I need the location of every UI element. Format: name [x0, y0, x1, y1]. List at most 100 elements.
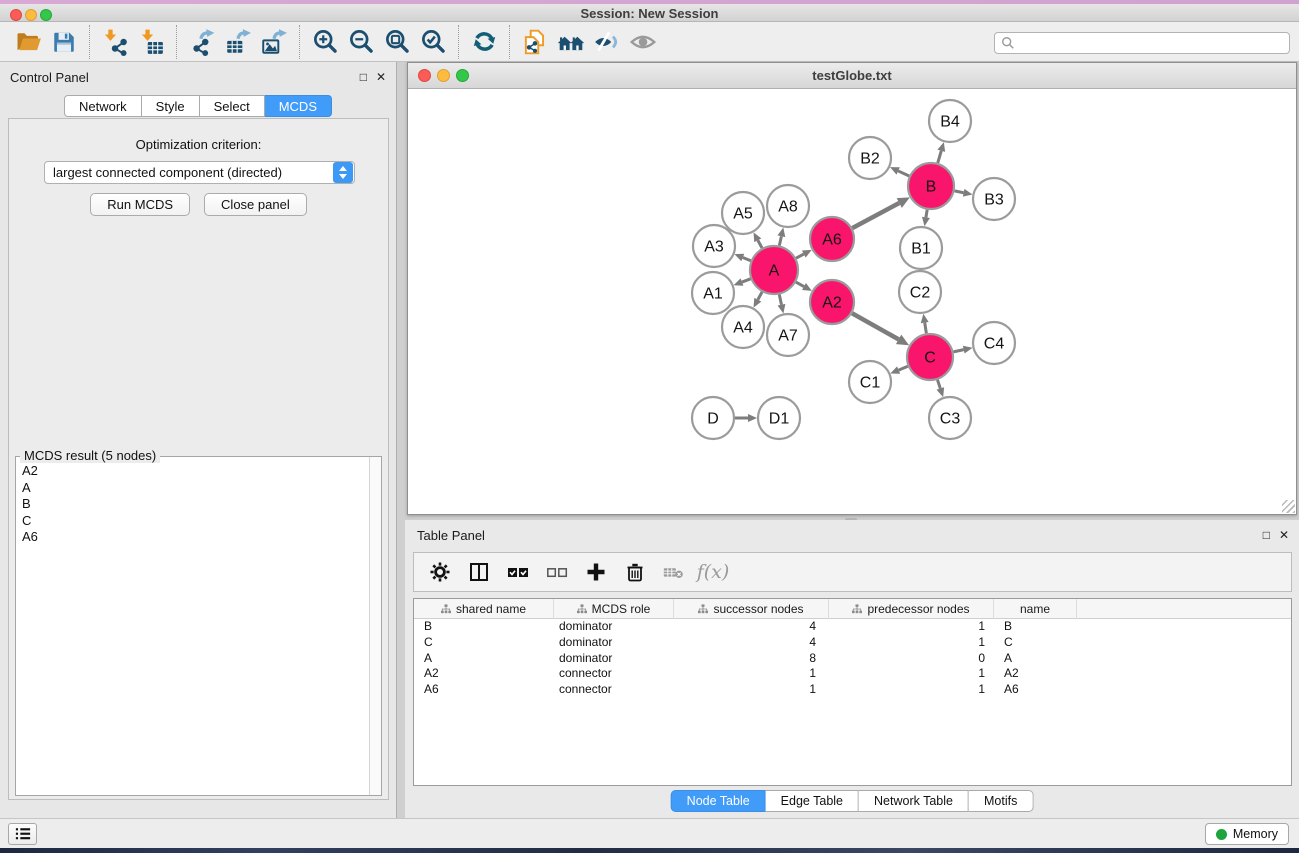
result-item[interactable]: C — [22, 513, 369, 530]
table-row[interactable]: Cdominator41C — [414, 635, 1291, 651]
tab-select[interactable]: Select — [200, 95, 265, 117]
result-item[interactable]: A6 — [22, 529, 369, 546]
import-network-button[interactable] — [97, 25, 133, 59]
float-panel-icon[interactable]: □ — [360, 70, 367, 84]
run-mcds-button[interactable]: Run MCDS — [90, 193, 190, 216]
zoom-selected-button[interactable] — [415, 25, 451, 59]
function-builder-button[interactable]: f(x) — [701, 560, 725, 584]
cell[interactable] — [1077, 635, 1291, 651]
close-table-panel-icon[interactable]: ✕ — [1279, 528, 1289, 542]
cell[interactable]: A2 — [414, 666, 554, 682]
edge-A-A8[interactable] — [779, 236, 781, 245]
cell[interactable] — [1077, 666, 1291, 682]
tab-style[interactable]: Style — [142, 95, 200, 117]
edge-C-C2[interactable] — [925, 323, 927, 334]
cell[interactable]: A — [994, 651, 1077, 667]
edge-B-B3[interactable] — [955, 191, 964, 193]
cell[interactable]: connector — [554, 682, 674, 698]
table-row[interactable]: A6connector11A6 — [414, 682, 1291, 698]
network-graph-canvas[interactable]: B4B2BB3A8A5A6A3B1AC2A1A2A4A7C4CC1C3DD1 — [408, 89, 1296, 514]
import-table-button[interactable] — [133, 25, 169, 59]
cell[interactable]: 1 — [829, 682, 994, 698]
cell[interactable]: 1 — [829, 666, 994, 682]
column-header-predecessor-nodes[interactable]: predecessor nodes — [829, 599, 994, 619]
memory-button[interactable]: Memory — [1205, 823, 1289, 845]
cell[interactable]: 1 — [674, 666, 829, 682]
cell[interactable]: 0 — [829, 651, 994, 667]
save-session-button[interactable] — [46, 25, 82, 59]
cell[interactable]: connector — [554, 666, 674, 682]
column-header-mcds-role[interactable]: MCDS role — [554, 599, 674, 619]
edge-A2-C[interactable] — [852, 313, 899, 339]
cell[interactable]: 8 — [674, 651, 829, 667]
delete-table-button[interactable] — [662, 560, 686, 584]
first-neighbors-button[interactable] — [553, 25, 589, 59]
export-table-button[interactable] — [220, 25, 256, 59]
edge-A-A1[interactable] — [742, 279, 751, 282]
cell[interactable] — [1077, 682, 1291, 698]
edge-C-C4[interactable] — [953, 350, 963, 352]
zoom-in-button[interactable] — [307, 25, 343, 59]
cell[interactable]: A — [414, 651, 554, 667]
cell[interactable]: C — [994, 635, 1077, 651]
deselect-all-columns-button[interactable] — [545, 560, 569, 584]
close-panel-button[interactable]: Close panel — [204, 193, 307, 216]
export-network-button[interactable] — [184, 25, 220, 59]
result-item[interactable]: A — [22, 480, 369, 497]
column-header-successor-nodes[interactable]: successor nodes — [674, 599, 829, 619]
edge-A-A3[interactable] — [743, 258, 751, 261]
table-row[interactable]: Adominator80A — [414, 651, 1291, 667]
column-header-name[interactable]: name — [994, 599, 1077, 619]
cell[interactable]: B — [994, 619, 1077, 635]
edge-C-C3[interactable] — [937, 380, 940, 389]
edge-A-A7[interactable] — [779, 294, 781, 304]
zoom-fit-button[interactable] — [379, 25, 415, 59]
cell[interactable]: 4 — [674, 619, 829, 635]
criterion-dropdown[interactable]: largest connected component (directed) — [44, 161, 355, 184]
cell[interactable]: B — [414, 619, 554, 635]
table-row[interactable]: Bdominator41B — [414, 619, 1291, 635]
task-history-button[interactable] — [8, 823, 37, 845]
tab-node-table[interactable]: Node Table — [671, 790, 766, 812]
edge-B-B1[interactable] — [926, 210, 927, 218]
export-image-button[interactable] — [256, 25, 292, 59]
search-input[interactable] — [1019, 34, 1289, 52]
cell[interactable]: dominator — [554, 651, 674, 667]
cell[interactable]: dominator — [554, 619, 674, 635]
edge-B-B4[interactable] — [938, 151, 942, 163]
zoom-out-button[interactable] — [343, 25, 379, 59]
edge-A-A5[interactable] — [758, 240, 762, 248]
result-item[interactable]: B — [22, 496, 369, 513]
cell[interactable]: A6 — [414, 682, 554, 698]
cell[interactable]: 1 — [829, 635, 994, 651]
hide-selected-button[interactable] — [589, 25, 625, 59]
refresh-button[interactable] — [466, 25, 502, 59]
result-scrollbar[interactable] — [369, 457, 381, 795]
edge-A-A4[interactable] — [758, 292, 762, 300]
result-item[interactable]: A2 — [22, 463, 369, 480]
cell[interactable] — [1077, 619, 1291, 635]
float-table-panel-icon[interactable]: □ — [1263, 528, 1270, 542]
column-layout-button[interactable] — [467, 560, 491, 584]
network-window-titlebar[interactable]: testGlobe.txt — [408, 63, 1296, 89]
tab-network-table[interactable]: Network Table — [859, 790, 969, 812]
select-all-columns-button[interactable] — [506, 560, 530, 584]
tab-motifs[interactable]: Motifs — [969, 790, 1033, 812]
cell[interactable]: dominator — [554, 635, 674, 651]
table-row[interactable]: A2connector11A2 — [414, 666, 1291, 682]
new-network-from-selection-button[interactable] — [517, 25, 553, 59]
tab-network[interactable]: Network — [64, 95, 142, 117]
column-header-shared-name[interactable]: shared name — [414, 599, 554, 619]
resize-grip[interactable] — [1282, 500, 1295, 513]
cell[interactable]: 1 — [674, 682, 829, 698]
cell[interactable]: 4 — [674, 635, 829, 651]
cell[interactable]: A2 — [994, 666, 1077, 682]
edge-C-C1[interactable] — [899, 366, 908, 370]
cell[interactable]: 1 — [829, 619, 994, 635]
cell[interactable]: C — [414, 635, 554, 651]
edge-A-A6[interactable] — [796, 254, 804, 258]
open-session-button[interactable] — [10, 25, 46, 59]
add-column-button[interactable] — [584, 560, 608, 584]
edge-A6-B[interactable] — [852, 203, 899, 228]
tab-mcds[interactable]: MCDS — [265, 95, 332, 117]
